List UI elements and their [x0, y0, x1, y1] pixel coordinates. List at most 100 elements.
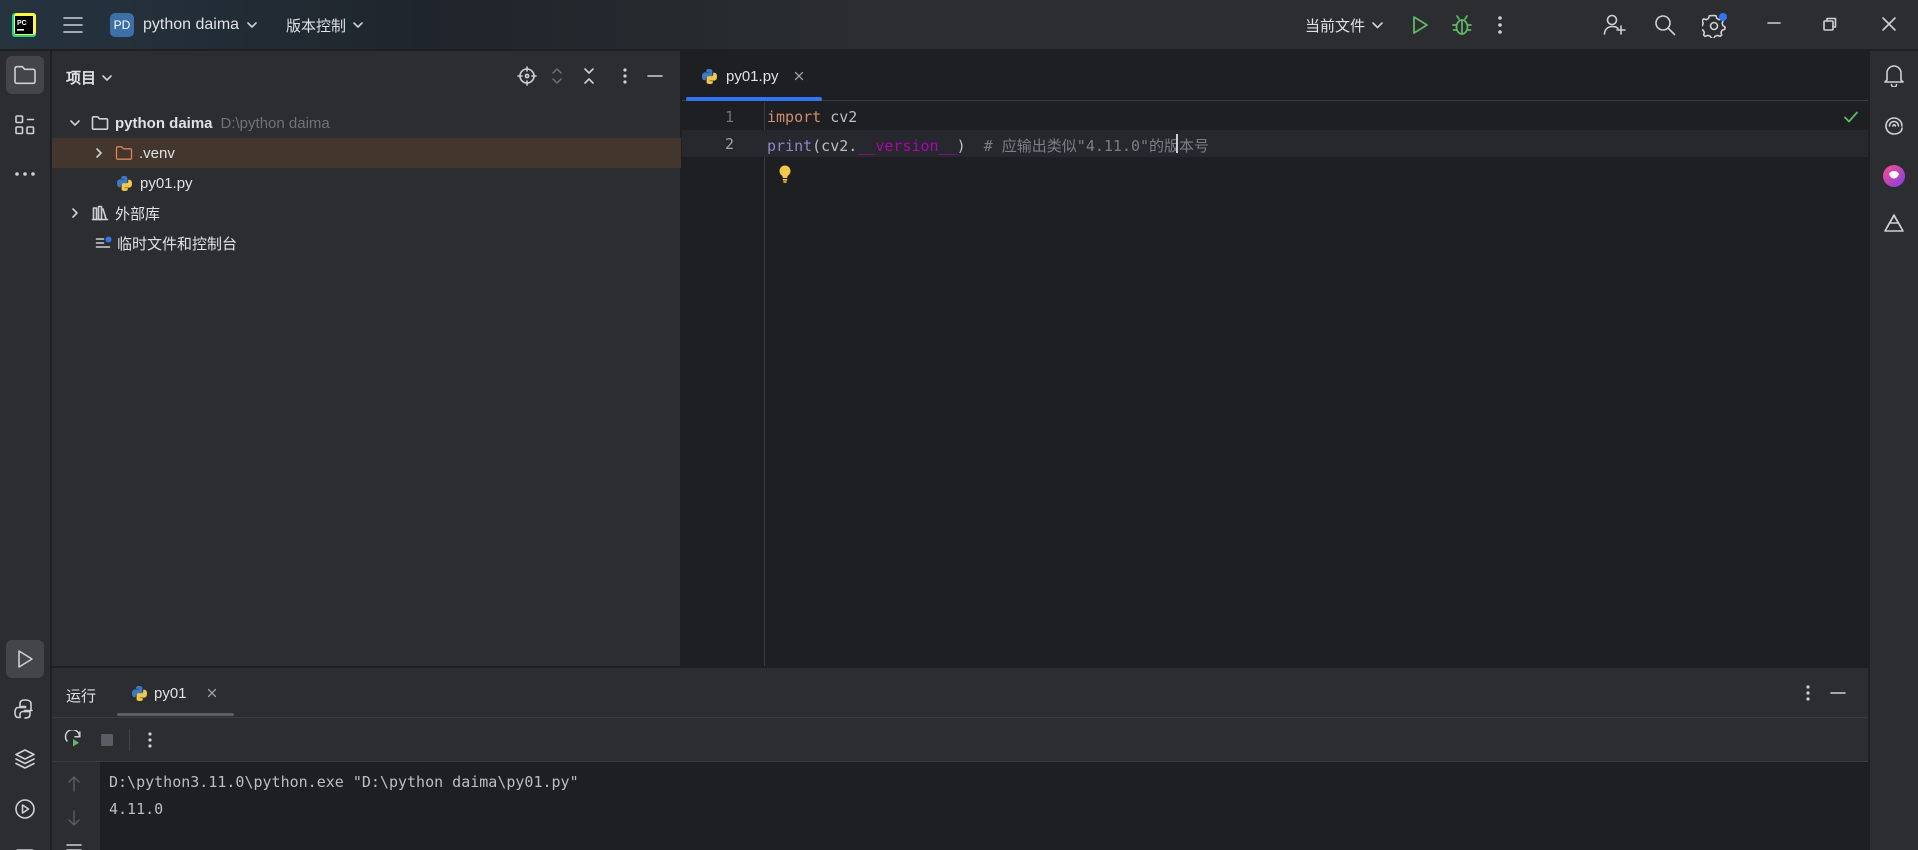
panel-options-icon[interactable] [622, 66, 628, 86]
code-text: ) [956, 137, 966, 155]
excluded-folder-icon [115, 146, 133, 160]
folder-icon [14, 65, 36, 85]
settings-gear-icon[interactable] [1702, 12, 1728, 38]
python-packages-button[interactable] [6, 690, 44, 728]
code-keyword: import [767, 108, 822, 126]
expand-all-icon[interactable] [550, 66, 564, 86]
more-tool-windows-button[interactable] [6, 155, 44, 193]
editor-tab-label: py01.py [726, 67, 779, 85]
editor-gutter [682, 102, 765, 666]
library-icon [91, 205, 109, 221]
code-line-2[interactable]: print(cv2.__version__) # 应输出类似"4.11.0"的版… [767, 135, 1209, 156]
active-tab-indicator [686, 97, 822, 101]
vcs-menu[interactable]: 版本控制 [286, 0, 364, 50]
editor-tab-py01[interactable]: py01.py [684, 51, 823, 101]
chevron-down-icon [1372, 22, 1383, 29]
tree-item-label: 外部库 [115, 205, 161, 223]
run-tab-py01[interactable]: py01 [116, 668, 237, 718]
run-panel-options-icon[interactable] [1805, 683, 1811, 703]
chevron-down-icon [247, 22, 257, 28]
project-panel: 项目 python daima D:\python daima .venv py… [52, 51, 681, 666]
soft-wrap-icon[interactable] [65, 842, 83, 850]
project-view-selector[interactable]: 项目 [66, 67, 113, 88]
run-panel-title: 运行 [66, 688, 97, 705]
console-line: 4.11.0 [109, 800, 164, 818]
console-line: D:\python3.11.0\python.exe "D:\python da… [109, 773, 579, 791]
scroll-down-arrow-icon[interactable] [67, 809, 81, 827]
line-number: 1 [724, 108, 734, 126]
tree-item-project-root[interactable]: python daima D:\python daima [52, 108, 681, 138]
python-file-icon [117, 175, 132, 191]
tree-item-path: D:\python daima [220, 114, 330, 132]
add-user-icon[interactable] [1603, 12, 1627, 36]
run-tab-label: py01 [154, 684, 187, 702]
vcs-label: 版本控制 [286, 17, 347, 35]
run-config-label: 当前文件 [1305, 17, 1366, 35]
stop-icon[interactable] [100, 733, 114, 747]
rerun-icon[interactable] [64, 730, 84, 750]
active-tab-indicator [117, 713, 234, 716]
more-actions-icon[interactable] [1497, 14, 1503, 36]
close-tab-icon[interactable] [794, 71, 804, 81]
run-toolbar [52, 717, 1868, 762]
restore-window-icon[interactable] [1822, 16, 1838, 32]
collapse-all-icon[interactable] [582, 66, 596, 86]
chevron-down-icon [70, 120, 80, 126]
tree-item-label: python daima [115, 114, 213, 132]
terminal-tool-button[interactable] [6, 836, 44, 850]
layers-tool-button[interactable] [6, 740, 44, 778]
run-toolbar-more-icon[interactable] [147, 730, 153, 750]
folder-icon [91, 116, 109, 130]
chevron-right-icon [72, 208, 78, 218]
hide-panel-icon[interactable] [1829, 683, 1847, 703]
tree-item-scratches[interactable]: 临时文件和控制台 [52, 228, 681, 258]
inspection-ok-check-icon[interactable] [1843, 110, 1859, 124]
run-config-selector[interactable]: 当前文件 [1305, 0, 1384, 50]
run-tool-button[interactable] [6, 640, 44, 678]
scroll-up-arrow-icon[interactable] [67, 775, 81, 793]
left-tool-window-bar [0, 51, 51, 850]
structure-tool-button[interactable] [6, 106, 44, 144]
search-icon[interactable] [1653, 13, 1677, 37]
notifications-bell-icon[interactable] [1883, 63, 1905, 87]
hide-panel-icon[interactable] [646, 66, 664, 86]
editor-tab-bar: py01.py [682, 51, 1868, 101]
code-line-1[interactable]: import cv2 [767, 108, 857, 126]
tree-item-venv[interactable]: .venv [52, 138, 681, 168]
ai-assistant-swirl-icon[interactable] [1883, 114, 1905, 136]
code-comment: # 应输出类似"4.11.0"的版本号 [965, 137, 1210, 155]
project-panel-title: 项目 [66, 70, 97, 87]
python-file-icon [132, 685, 147, 701]
tree-item-py01[interactable]: py01.py [52, 168, 681, 198]
title-bar: PC PD python daima 版本控制 当前文件 [0, 0, 1918, 50]
svg-text:PC: PC [17, 20, 27, 27]
pycharm-logo-icon[interactable]: PC [12, 13, 36, 37]
line-number: 2 [724, 135, 734, 153]
chevron-down-icon [353, 22, 363, 28]
tree-item-external-libraries[interactable]: 外部库 [52, 198, 681, 228]
code-builtin: print [767, 137, 813, 155]
run-icon[interactable] [1410, 14, 1430, 36]
project-badge: PD [110, 13, 134, 37]
close-window-icon[interactable] [1881, 16, 1897, 32]
debug-icon[interactable] [1451, 13, 1473, 37]
copilot-triangle-icon[interactable] [1882, 213, 1906, 237]
plugin-logo-icon[interactable] [1882, 164, 1906, 188]
project-tool-button[interactable] [6, 56, 44, 94]
main-menu-icon[interactable] [62, 15, 84, 35]
minimize-window-icon[interactable] [1766, 15, 1782, 31]
code-text: cv2 [821, 108, 858, 126]
run-outline-icon [18, 650, 33, 668]
close-tab-icon[interactable] [207, 688, 217, 698]
scratches-icon [95, 236, 112, 248]
toolbar-separator [129, 729, 130, 751]
more-horizontal-icon [15, 172, 35, 176]
services-tool-button[interactable] [6, 790, 44, 828]
locate-file-icon[interactable] [517, 66, 537, 86]
python-file-icon [702, 68, 717, 84]
intention-lightbulb-icon[interactable] [777, 164, 793, 184]
chevron-right-icon [96, 148, 102, 158]
console-output[interactable]: D:\python3.11.0\python.exe "D:\python da… [100, 762, 1868, 850]
tree-item-label: py01.py [140, 174, 193, 192]
project-switcher[interactable]: PD python daima [110, 0, 258, 50]
